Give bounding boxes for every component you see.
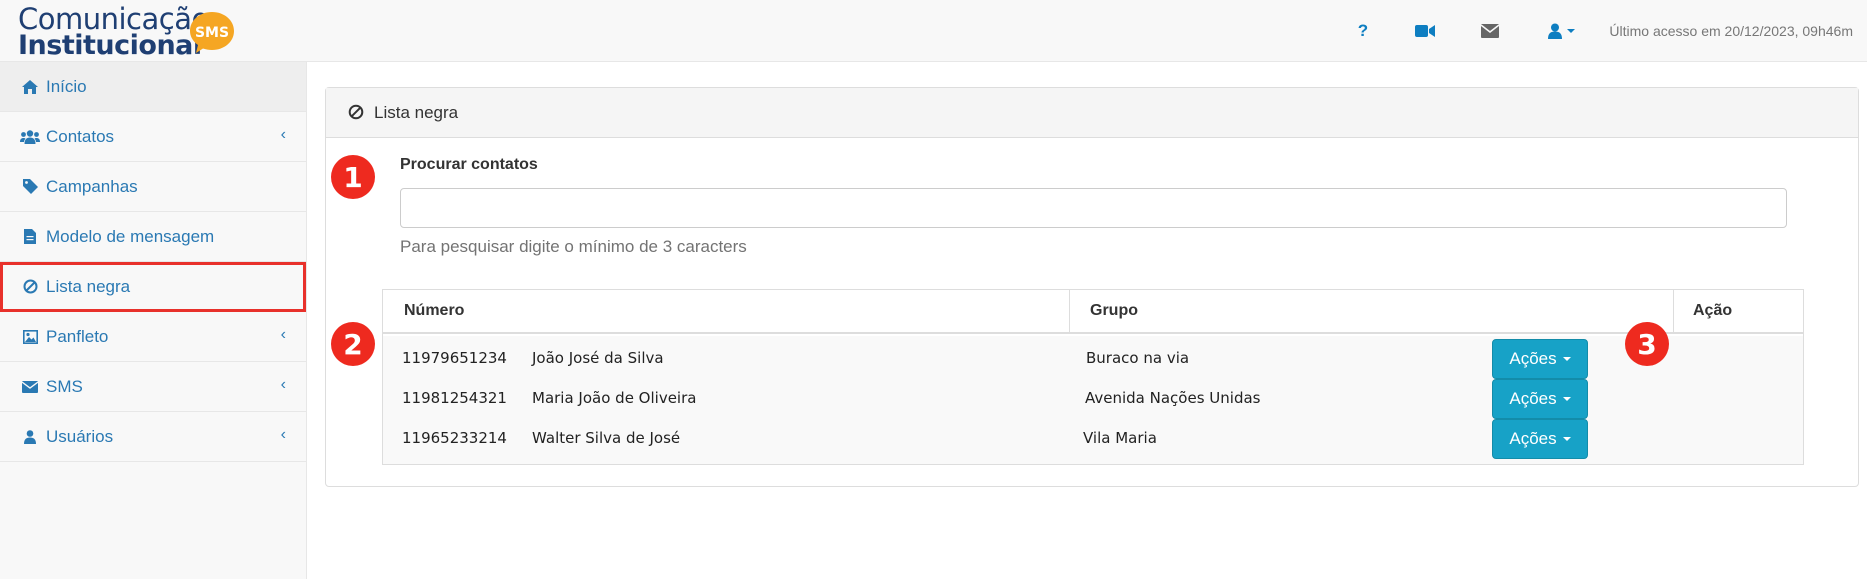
sidebar-item-label: Início (46, 76, 87, 96)
sidebar-item-contatos[interactable]: Contatos ‹ (0, 112, 306, 162)
help-label: ? (1357, 21, 1369, 40)
chevron-left-icon: ‹ (280, 326, 286, 343)
last-access-text: Último acesso em 20/12/2023, 09h46m (1609, 23, 1853, 39)
help-icon[interactable]: ? (1351, 19, 1375, 43)
home-icon (20, 77, 40, 97)
panel-header: Lista negra (326, 88, 1858, 138)
cell-grupo: Avenida Nações Unidas (1085, 389, 1261, 407)
annotation-badge-1: 1 (331, 155, 375, 199)
logo-text-line2: Institucional (18, 30, 202, 61)
cell-nome: João José da Silva (532, 349, 664, 367)
cell-grupo: Buraco na via (1086, 349, 1190, 367)
column-header-grupo[interactable]: Grupo (1090, 302, 1138, 320)
actions-label: Ações (1509, 429, 1557, 448)
sidebar-item-campanhas[interactable]: Campanhas (0, 162, 306, 212)
users-icon (20, 127, 40, 147)
image-icon (20, 327, 40, 347)
chevron-left-icon: ‹ (280, 376, 286, 393)
logo-badge-text: SMS (195, 25, 229, 41)
sidebar-item-lista-negra[interactable]: Lista negra (0, 262, 306, 312)
top-navbar: Comunicação Institucional SMS ? Último a… (0, 0, 1867, 62)
sms-bubble-icon: SMS (190, 12, 234, 53)
column-divider (1069, 290, 1070, 334)
cell-nome: Walter Silva de José (532, 429, 681, 447)
table-body: 11979651234 João José da Silva Buraco na… (383, 336, 1803, 464)
sidebar-item-panfleto[interactable]: Panfleto ‹ (0, 312, 306, 362)
tag-icon (20, 177, 40, 197)
envelope-icon[interactable] (1478, 19, 1502, 43)
file-icon (20, 227, 40, 247)
caret-down-icon (1562, 357, 1571, 361)
search-label: Procurar contatos (400, 156, 538, 173)
sidebar-item-sms[interactable]: SMS ‹ (0, 362, 306, 412)
cell-grupo: Vila Maria (1083, 429, 1157, 447)
chevron-left-icon: ‹ (280, 126, 286, 143)
caret-down-icon (1562, 437, 1571, 441)
sidebar-item-label: Lista negra (46, 276, 131, 296)
actions-label: Ações (1509, 349, 1557, 368)
search-help-text: Para pesquisar digite o mínimo de 3 cara… (400, 237, 747, 256)
user-icon (20, 427, 40, 447)
sidebar-item-usuarios[interactable]: Usuários ‹ (0, 412, 306, 462)
cell-numero: 11981254321 (402, 389, 507, 407)
actions-label: Ações (1509, 389, 1557, 408)
cell-numero: 11979651234 (402, 349, 507, 367)
annotation-badge-3: 3 (1625, 322, 1669, 366)
sidebar-item-label: Contatos (46, 126, 115, 146)
cell-nome: Maria João de Oliveira (532, 389, 697, 407)
sidebar-item-inicio[interactable]: Início (0, 62, 306, 112)
sidebar-item-modelo-de-mensagem[interactable]: Modelo de mensagem (0, 212, 306, 262)
column-divider (1673, 290, 1674, 334)
table-header: Número Grupo Ação (383, 290, 1803, 334)
actions-dropdown-button[interactable]: Ações (1492, 379, 1588, 419)
panel-title: Lista negra (374, 102, 459, 122)
column-header-numero[interactable]: Número (404, 302, 464, 320)
sidebar-item-label: Campanhas (46, 176, 138, 196)
ban-icon (348, 104, 366, 122)
video-camera-icon[interactable] (1413, 19, 1437, 43)
sidebar: Início Contatos ‹ Campanhas Modelo de me… (0, 62, 307, 579)
envelope-icon (20, 377, 40, 397)
caret-down-icon (1562, 397, 1571, 401)
actions-dropdown-button[interactable]: Ações (1492, 419, 1588, 459)
chevron-left-icon: ‹ (280, 426, 286, 443)
ban-icon (20, 277, 40, 297)
column-header-acao: Ação (1693, 302, 1733, 319)
blacklist-panel: Lista negra 1 Procurar contatos Para pes… (325, 87, 1859, 487)
user-menu-icon[interactable] (1542, 19, 1582, 43)
app-logo[interactable]: Comunicação Institucional SMS (18, 2, 258, 61)
annotation-badge-2: 2 (331, 322, 375, 366)
sidebar-item-label: Usuários (46, 426, 114, 446)
actions-dropdown-button[interactable]: Ações (1492, 339, 1588, 379)
contacts-table: Número Grupo Ação 11979651234 João José … (382, 289, 1804, 465)
sidebar-item-label: Panfleto (46, 326, 109, 346)
search-input[interactable] (400, 188, 1787, 228)
cell-numero: 11965233214 (402, 429, 507, 447)
sidebar-item-label: Modelo de mensagem (46, 226, 215, 246)
sidebar-item-label: SMS (46, 376, 83, 396)
